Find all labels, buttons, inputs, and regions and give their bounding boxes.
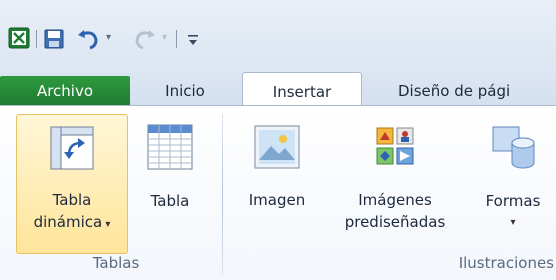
redo-icon[interactable] <box>133 28 157 50</box>
undo-dropdown-icon[interactable]: ▾ <box>106 32 111 43</box>
undo-icon[interactable] <box>76 28 100 50</box>
chevron-down-icon: ▾ <box>102 219 111 230</box>
tab-insertar[interactable]: Insertar <box>242 72 362 107</box>
pivot-table-label-line2: dinámica ▾ <box>17 211 127 236</box>
quick-access-toolbar: ▾ ▾ <box>0 0 556 62</box>
excel-logo-icon[interactable] <box>8 27 30 49</box>
shapes-icon <box>492 126 535 169</box>
pivot-table-label-text: dinámica <box>33 213 103 231</box>
clip-art-label-line1: Imágenes <box>358 191 432 209</box>
separator <box>36 30 37 48</box>
customize-qat-icon[interactable] <box>186 31 200 47</box>
picture-button[interactable]: Imagen <box>234 114 320 254</box>
picture-icon <box>254 125 300 169</box>
redo-dropdown-icon[interactable]: ▾ <box>162 32 167 43</box>
table-button[interactable]: Tabla <box>134 114 206 254</box>
tab-inicio[interactable]: Inicio <box>140 76 230 106</box>
group-label-ilustraciones: Ilustraciones <box>458 254 554 272</box>
chevron-down-icon: ▾ <box>510 217 516 228</box>
table-label: Tabla <box>150 192 190 210</box>
ribbon-tab-strip: Archivo Inicio Insertar Diseño de pági <box>0 62 556 107</box>
tab-archivo[interactable]: Archivo <box>0 76 130 106</box>
group-separator <box>222 114 223 274</box>
picture-label: Imagen <box>248 191 306 209</box>
separator <box>176 30 177 48</box>
shapes-button[interactable]: Formas ▾ <box>470 114 556 254</box>
clip-art-button[interactable]: Imágenes prediseñadas <box>322 114 468 254</box>
tab-diseno-de-pagina[interactable]: Diseño de pági <box>370 76 556 106</box>
pivot-table-button[interactable]: Tabla dinámica ▾ <box>16 114 128 254</box>
save-icon[interactable] <box>44 29 64 49</box>
shapes-label: Formas <box>485 192 541 210</box>
clip-art-icon <box>376 127 414 165</box>
pivot-table-label-line1: Tabla <box>52 191 92 209</box>
group-label-tablas: Tablas <box>92 254 140 272</box>
pivot-table-icon <box>50 126 94 170</box>
table-icon <box>147 124 193 170</box>
ribbon-panel: Tabla dinámica ▾ Tabla Tablas Imagen Imá… <box>0 105 556 280</box>
clip-art-label-line2: prediseñadas <box>344 213 446 231</box>
